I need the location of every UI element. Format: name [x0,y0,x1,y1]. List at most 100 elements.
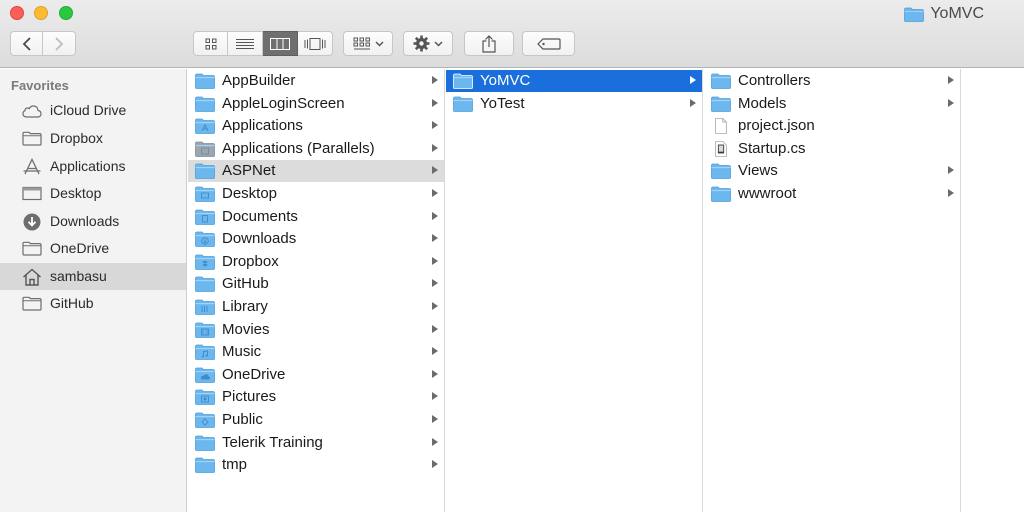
home-icon [22,268,42,286]
cover-flow-view-button[interactable] [298,31,333,56]
disclosure-triangle-icon [948,189,954,197]
sidebar-item-label: sambasu [50,268,107,284]
column-row-appleloginscreen[interactable]: AppleLoginScreen [188,93,444,115]
column-row-movies[interactable]: Movies [188,319,444,341]
disclosure-triangle-icon [432,76,438,84]
column-yomvc: Controllers Models project.json Startup.cs V… [704,69,961,512]
row-label: Controllers [738,72,811,89]
column-row-github[interactable]: GitHub [188,273,444,295]
column-row-downloads[interactable]: Downloads [188,228,444,250]
arrange-button[interactable] [343,31,393,56]
close-window-button[interactable] [10,6,24,20]
column-row-project-json[interactable]: project.json [704,115,960,137]
desktop-icon [22,185,42,202]
folder-icon [195,96,215,112]
column-row-pictures[interactable]: Pictures [188,386,444,408]
sidebar-item-desktop[interactable]: Desktop [0,180,186,207]
sidebar-item-dropbox[interactable]: Dropbox [0,125,186,152]
row-label: GitHub [222,275,269,293]
row-label: Music [222,343,262,361]
disclosure-triangle-icon [948,98,954,107]
column-row-yomvc[interactable]: YoMVC [446,70,702,92]
download-icon [22,213,42,230]
disclosure-triangle-icon [432,347,438,356]
sidebar-item-github[interactable]: GitHub [0,290,186,317]
disclosure-triangle-icon [432,415,438,423]
chevron-right-icon [55,36,64,51]
column-row-library[interactable]: Library [188,296,444,318]
arrange-grid-icon [353,37,370,49]
library-folder-icon [195,299,215,315]
sidebar-item-label: Dropbox [50,130,103,146]
zoom-window-button[interactable] [59,6,73,20]
sidebar-section-header: Favorites [11,78,69,93]
column-row-applications-parallels[interactable]: Applications (Parallels) [188,138,444,160]
folder-icon [22,130,42,147]
list-view-button[interactable] [228,31,263,56]
action-button[interactable] [403,31,453,56]
sidebar-item-icloud-drive[interactable]: iCloud Drive [0,97,186,124]
folder-icon [711,163,731,180]
row-label: YoTest [480,94,525,112]
column-row-public[interactable]: Public [188,409,444,431]
row-label: Views [738,162,778,180]
column-row-documents[interactable]: Documents [188,206,444,228]
onedrive-folder-icon [195,367,215,383]
share-button[interactable] [464,31,514,56]
column-row-appbuilder[interactable]: AppBuilder [188,70,444,92]
column-row-views[interactable]: Views [704,160,960,182]
view-mode-control [193,31,333,56]
folder-icon [711,73,731,89]
sidebar-item-label: iCloud Drive [50,102,127,118]
row-label: Applications [222,117,303,135]
disclosure-triangle-icon [432,234,438,243]
disclosure-triangle-icon [432,279,438,288]
column-view-button[interactable] [263,31,298,56]
disclosure-triangle-icon [432,143,438,152]
tag-icon [536,37,561,50]
column-row-aspnet[interactable]: ASPNet [188,160,444,183]
sidebar-item-label: Applications [50,158,126,174]
sidebar-item-label: GitHub [50,295,94,311]
column-row-tmp[interactable]: tmp [188,454,444,476]
column-row-wwwroot[interactable]: wwwroot [704,183,960,205]
disclosure-triangle-icon [432,392,438,401]
disclosure-triangle-icon [432,302,438,310]
forward-button[interactable] [43,31,76,56]
chevron-down-icon [434,40,443,47]
folder-icon [195,73,215,89]
column-row-telerik-training[interactable]: Telerik Training [188,432,444,454]
sidebar: Favorites iCloud Drive Dropbox Applicati… [0,69,187,512]
document-icon [715,118,727,135]
sidebar-item-downloads[interactable]: Downloads [0,208,186,235]
column-view-icon [270,37,290,50]
column-row-models[interactable]: Models [704,93,960,115]
gear-icon [413,35,430,52]
disclosure-triangle-icon [432,369,438,378]
column-row-controllers[interactable]: Controllers [704,70,960,92]
back-button[interactable] [10,31,43,56]
share-icon [482,34,496,53]
column-row-yotest[interactable]: YoTest [446,93,702,115]
column-row-applications[interactable]: Applications [188,115,444,137]
folder-icon [195,276,215,293]
minimize-window-button[interactable] [34,6,48,20]
list-view-icon [236,38,254,49]
disclosure-triangle-icon [432,121,438,130]
disclosure-triangle-icon [432,256,438,265]
row-label: Dropbox [222,252,279,270]
icon-view-button[interactable] [193,31,228,56]
sidebar-item-onedrive[interactable]: OneDrive [0,235,186,262]
column-row-startup-cs[interactable]: Startup.cs [704,138,960,160]
edit-tags-button[interactable] [522,31,575,56]
sidebar-item-applications[interactable]: Applications [0,153,186,180]
column-row-dropbox[interactable]: Dropbox [188,251,444,273]
column-row-desktop[interactable]: Desktop [188,183,444,205]
column-row-onedrive[interactable]: OneDrive [188,364,444,386]
disclosure-triangle-icon [690,76,696,84]
column-row-music[interactable]: Music [188,341,444,363]
sidebar-item-sambasu[interactable]: sambasu [0,263,186,290]
disclosure-triangle-icon [432,189,438,197]
window-toolbar: YoMVC [0,0,1024,68]
disclosure-triangle-icon [432,98,438,107]
